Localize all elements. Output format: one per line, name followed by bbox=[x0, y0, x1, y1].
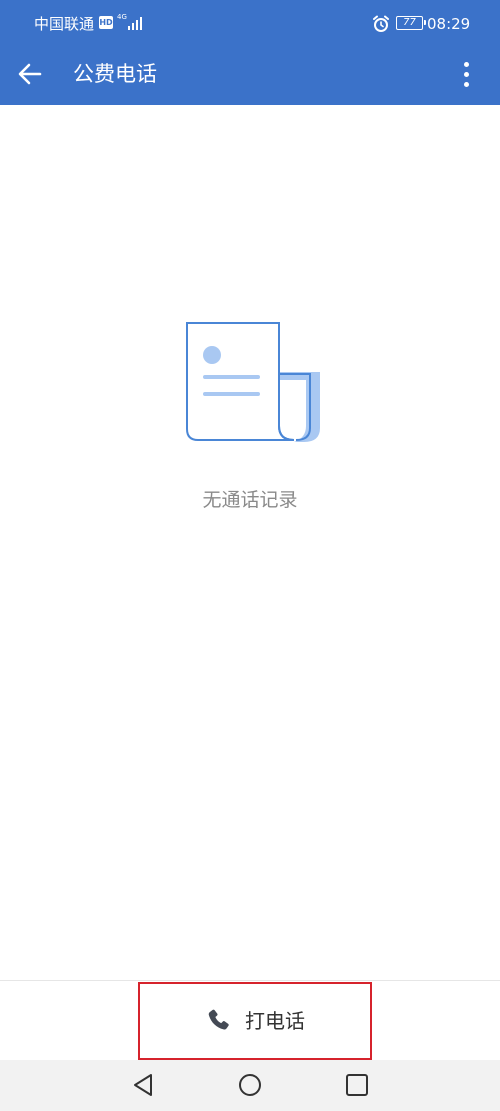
app-bar: 公费电话 bbox=[0, 46, 500, 105]
page-title: 公费电话 bbox=[73, 62, 157, 86]
more-options-button[interactable] bbox=[452, 56, 480, 92]
phone-icon bbox=[205, 1007, 233, 1035]
divider bbox=[0, 980, 500, 981]
status-bar: 中国联通 HD 4G 77 08:29 bbox=[0, 0, 500, 46]
call-label: 打电话 bbox=[245, 1009, 305, 1033]
app-header: 中国联通 HD 4G 77 08:29 公费电话 bbox=[0, 0, 500, 105]
hd-badge: HD bbox=[99, 16, 113, 29]
signal-icon bbox=[128, 17, 142, 30]
back-button[interactable] bbox=[14, 58, 46, 90]
alarm-icon bbox=[373, 15, 389, 32]
clock: 08:29 bbox=[427, 15, 471, 33]
square-recent-icon[interactable] bbox=[344, 1072, 370, 1098]
system-navigation-bar bbox=[0, 1060, 500, 1111]
circle-home-icon[interactable] bbox=[237, 1072, 263, 1098]
more-vertical-icon bbox=[463, 61, 469, 67]
carrier-name: 中国联通 bbox=[34, 15, 95, 33]
empty-document-illustration bbox=[186, 322, 320, 442]
triangle-back-icon[interactable] bbox=[130, 1072, 156, 1098]
make-call-button[interactable]: 打电话 bbox=[138, 982, 372, 1060]
arrow-left-icon bbox=[18, 63, 42, 85]
battery-indicator: 77 bbox=[396, 16, 426, 30]
empty-state-message: 无通话记录 bbox=[202, 489, 298, 511]
